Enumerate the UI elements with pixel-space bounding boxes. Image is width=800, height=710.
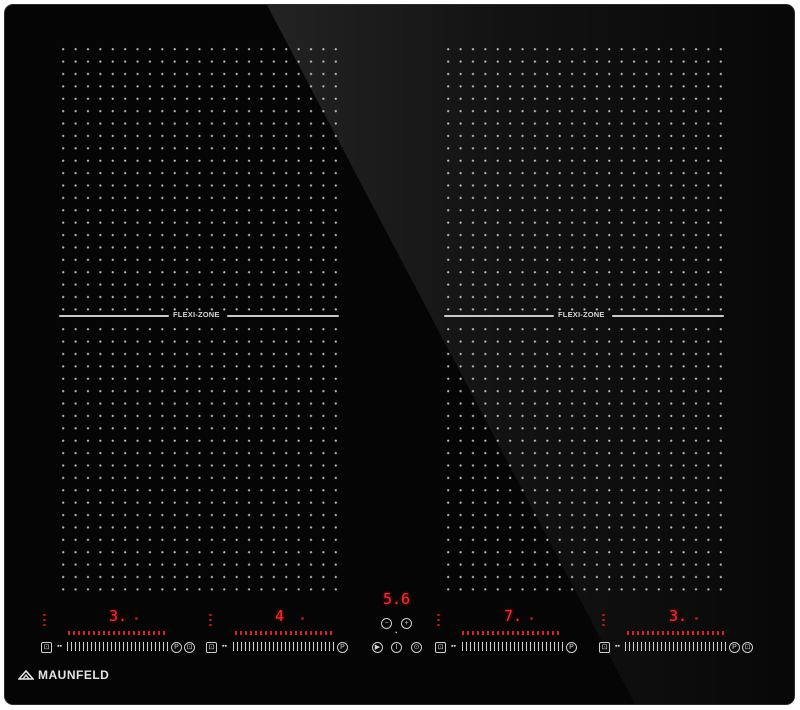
zone-3-touch-slider[interactable] — [462, 642, 564, 651]
zone-3-indicator-leds — [437, 614, 440, 629]
zone-1-touch-slider[interactable] — [67, 642, 169, 651]
zone-1-decimal-light — [135, 617, 138, 620]
right-cooking-zone-bottom-dots — [442, 323, 728, 591]
brand-mark-icon — [18, 670, 34, 680]
zone-4-keep-warm-icon[interactable]: ⊡ — [742, 642, 753, 653]
zone-2-power-level-bar — [235, 631, 333, 635]
zone-1-indicator-leds — [43, 614, 46, 629]
zone-4-decimal-light — [695, 617, 698, 620]
zone-1-keep-warm-icon[interactable]: ⊡ — [184, 642, 195, 653]
zone-1-select-icon[interactable]: ▪▪ — [55, 642, 64, 651]
timer-display: 5.6 — [383, 590, 411, 608]
left-flexi-zone-divider: FLEXI-ZONE — [59, 310, 339, 322]
zone-3-power-display: 7. — [504, 607, 523, 625]
zone-3-pause-icon[interactable]: P — [566, 642, 577, 653]
timer-clock-icon: ◔ — [393, 630, 398, 637]
right-cooking-zone-top-dots — [442, 43, 728, 315]
zone-2-select-icon[interactable]: ▪▪ — [220, 642, 229, 651]
child-lock-button[interactable]: ⊙ — [411, 642, 422, 653]
left-flexi-zone-label: FLEXI-ZONE — [173, 310, 220, 319]
zone-3-select-icon[interactable]: ▪▪ — [449, 642, 458, 651]
zone-2-touch-slider[interactable] — [233, 642, 335, 651]
induction-hob-panel: FLEXI-ZONE FLEXI-ZONE 3. ⊡ ▪▪ P ⊡ 4 ⊡ ▪▪… — [5, 5, 794, 704]
right-flexi-zone-divider: FLEXI-ZONE — [444, 310, 724, 322]
right-flexi-zone-label: FLEXI-ZONE — [558, 310, 605, 319]
zone-4-power-display: 3. — [669, 607, 688, 625]
zone-4-touch-slider[interactable] — [625, 642, 727, 651]
zone-3-decimal-light — [530, 617, 533, 620]
zone-3-boost-icon[interactable]: ⊡ — [435, 642, 446, 653]
zone-2-power-display: 4 — [275, 607, 285, 625]
left-cooking-zone-bottom-dots — [57, 323, 343, 591]
zone-2-decimal-light — [301, 617, 304, 620]
zone-4-pause-icon[interactable]: P — [729, 642, 740, 653]
zone-1-pause-icon[interactable]: P — [171, 642, 182, 653]
zone-2-boost-icon[interactable]: ⊡ — [206, 642, 217, 653]
zone-4-power-level-bar — [627, 631, 725, 635]
zone-3-power-level-bar — [462, 631, 560, 635]
timer-plus-button[interactable]: + — [401, 618, 412, 629]
zone-4-select-icon[interactable]: ▪▪ — [613, 642, 622, 651]
zone-1-power-level-bar — [68, 631, 166, 635]
timer-minus-button[interactable]: − — [381, 618, 392, 629]
zone-1-power-display: 3. — [109, 607, 128, 625]
left-cooking-zone-top-dots — [57, 43, 343, 315]
zone-2-pause-icon[interactable]: P — [337, 642, 348, 653]
zone-1-boost-icon[interactable]: ⊡ — [41, 642, 52, 653]
zone-4-indicator-leds — [602, 614, 605, 629]
zone-2-indicator-leds — [209, 614, 212, 629]
power-button[interactable]: I — [391, 642, 402, 653]
brand-name: MAUNFELD — [38, 668, 110, 682]
zone-4-boost-icon[interactable]: ⊡ — [599, 642, 610, 653]
play-button[interactable]: ▶ — [372, 642, 383, 653]
brand-logo: MAUNFELD — [18, 668, 109, 682]
